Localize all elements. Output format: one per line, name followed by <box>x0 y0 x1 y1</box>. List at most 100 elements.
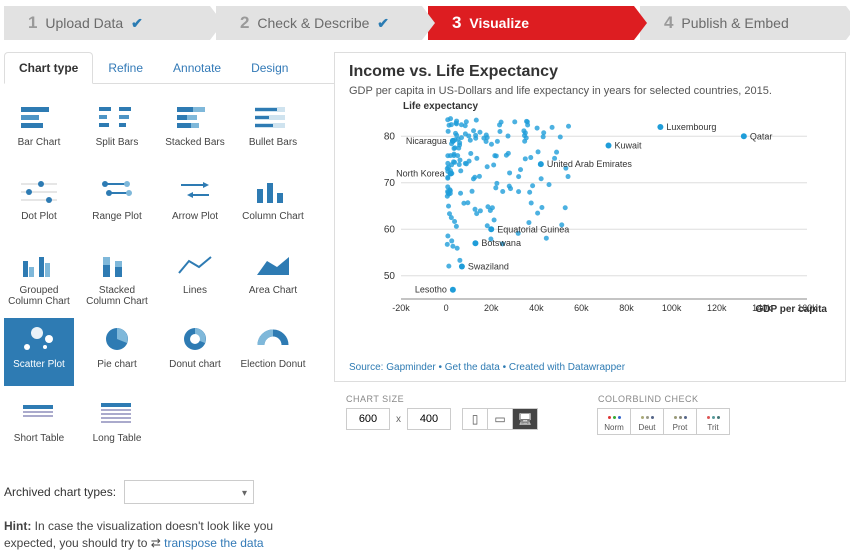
charttype-split-bars[interactable]: Split Bars <box>82 96 152 164</box>
charttype-grouped-column[interactable]: Grouped Column Chart <box>4 244 74 312</box>
bar-chart-icon <box>19 102 59 132</box>
charttype-scatter-plot[interactable]: Scatter Plot <box>4 318 74 386</box>
grouped-column-icon <box>19 250 59 280</box>
check-icon: ✔ <box>131 15 143 31</box>
tab-design[interactable]: Design <box>236 52 303 83</box>
chart-preview: Income vs. Life Expectancy GDP per capit… <box>334 52 846 382</box>
width-input[interactable] <box>346 408 390 430</box>
chevron-right-icon <box>634 6 647 40</box>
svg-text:Botswana: Botswana <box>481 238 521 248</box>
archived-label: Archived chart types: <box>4 485 116 499</box>
device-mobile[interactable]: ▯ <box>462 408 488 430</box>
svg-text:80: 80 <box>384 131 396 142</box>
svg-text:Equatorial Guinea: Equatorial Guinea <box>497 224 569 234</box>
svg-text:120k: 120k <box>707 303 727 313</box>
svg-text:50: 50 <box>384 271 396 282</box>
svg-text:70: 70 <box>384 178 396 189</box>
step-check[interactable]: 2 Check & Describe ✔ <box>216 6 422 40</box>
height-input[interactable] <box>407 408 451 430</box>
cb-norm[interactable]: Norm <box>597 408 631 435</box>
device-tablet[interactable]: ▭ <box>487 408 513 430</box>
chart-source[interactable]: Source: Gapminder • Get the data • Creat… <box>349 362 625 373</box>
x-axis-label: GDP per capita <box>755 304 827 315</box>
svg-text:60k: 60k <box>574 303 589 313</box>
step-visualize[interactable]: 3 Visualize <box>428 6 634 40</box>
cb-deut[interactable]: Deut <box>630 408 664 435</box>
charttype-bar-chart[interactable]: Bar Chart <box>4 96 74 164</box>
bullet-bars-icon <box>253 102 293 132</box>
chevron-right-icon <box>210 6 223 40</box>
svg-text:100k: 100k <box>662 303 682 313</box>
tab-chart-type[interactable]: Chart type <box>4 52 93 84</box>
transpose-link[interactable]: transpose the data <box>164 536 263 550</box>
svg-text:Nicaragua: Nicaragua <box>406 136 447 146</box>
arrow-plot-icon <box>175 176 215 206</box>
scatter-plot-icon <box>19 324 59 354</box>
split-bars-icon <box>97 102 137 132</box>
charttype-column-chart[interactable]: Column Chart <box>238 170 308 238</box>
tab-refine[interactable]: Refine <box>93 52 158 83</box>
svg-text:-20k: -20k <box>392 303 410 313</box>
chart-type-grid: Bar Chart Split Bars Stacked Bars Bullet… <box>4 84 334 470</box>
tablet-icon: ▭ <box>494 412 505 426</box>
device-desktop[interactable]: 🖥 <box>512 408 538 430</box>
svg-text:Swaziland: Swaziland <box>468 261 509 271</box>
visualize-tabs: Chart type Refine Annotate Design <box>4 52 334 84</box>
stacked-bars-icon <box>175 102 215 132</box>
short-table-icon <box>19 398 59 428</box>
svg-text:0: 0 <box>444 303 449 313</box>
chevron-right-icon <box>846 6 850 40</box>
dot-plot-icon <box>19 176 59 206</box>
chart-subtitle: GDP per capita in US-Dollars and life ex… <box>349 85 831 97</box>
charttype-donut-chart[interactable]: Donut chart <box>160 318 230 386</box>
svg-text:United Arab Emirates: United Arab Emirates <box>547 159 633 169</box>
charttype-area-chart[interactable]: Area Chart <box>238 244 308 312</box>
charttype-bullet-bars[interactable]: Bullet Bars <box>238 96 308 164</box>
svg-text:40k: 40k <box>529 303 544 313</box>
caret-down-icon: ▾ <box>242 488 247 499</box>
archived-row: Archived chart types: ▾ <box>4 476 334 508</box>
svg-text:Lesotho: Lesotho <box>415 285 447 295</box>
step-publish[interactable]: 4 Publish & Embed <box>640 6 846 40</box>
column-chart-icon <box>253 176 293 206</box>
cb-trit[interactable]: Trit <box>696 408 730 435</box>
chevron-right-icon <box>422 6 435 40</box>
step-upload[interactable]: 1 Upload Data ✔ <box>4 6 210 40</box>
y-axis-label: Life expectancy <box>403 101 478 112</box>
charttype-lines[interactable]: Lines <box>160 244 230 312</box>
desktop-icon: 🖥 <box>517 412 532 426</box>
charttype-stacked-bars[interactable]: Stacked Bars <box>160 96 230 164</box>
cb-prot[interactable]: Prot <box>663 408 697 435</box>
mobile-icon: ▯ <box>472 412 479 426</box>
charttype-election-donut[interactable]: Election Donut <box>238 318 308 386</box>
charttype-long-table[interactable]: Long Table <box>82 392 152 460</box>
charttype-pie-chart[interactable]: Pie chart <box>82 318 152 386</box>
chart-options: CHART SIZE x ▯ ▭ 🖥 COLORBLIND CHECK Norm <box>334 394 846 435</box>
stepper: 1 Upload Data ✔ 2 Check & Describe ✔ 3 V… <box>0 0 850 44</box>
lines-icon <box>175 250 215 280</box>
svg-text:80k: 80k <box>619 303 634 313</box>
chart-size-label: CHART SIZE <box>346 394 538 404</box>
charttype-arrow-plot[interactable]: Arrow Plot <box>160 170 230 238</box>
charttype-stacked-column[interactable]: Stacked Column Chart <box>82 244 152 312</box>
election-donut-icon <box>253 324 293 354</box>
charttype-short-table[interactable]: Short Table <box>4 392 74 460</box>
charttype-dot-plot[interactable]: Dot Plot <box>4 170 74 238</box>
svg-text:Qatar: Qatar <box>750 131 773 141</box>
svg-text:20k: 20k <box>484 303 499 313</box>
hint-text: Hint: In case the visualization doesn't … <box>4 518 324 552</box>
transpose-icon: ⇄ <box>151 536 161 550</box>
archived-dropdown[interactable]: ▾ <box>124 480 254 504</box>
stacked-column-icon <box>97 250 137 280</box>
charttype-range-plot[interactable]: Range Plot <box>82 170 152 238</box>
long-table-icon <box>97 398 137 428</box>
svg-text:Luxembourg: Luxembourg <box>666 122 716 132</box>
donut-chart-icon <box>175 324 215 354</box>
area-chart-icon <box>253 250 293 280</box>
svg-text:North Korea: North Korea <box>396 168 445 178</box>
svg-text:60: 60 <box>384 224 396 235</box>
tab-annotate[interactable]: Annotate <box>158 52 236 83</box>
pie-chart-icon <box>97 324 137 354</box>
colorblind-label: COLORBLIND CHECK <box>598 394 730 404</box>
svg-text:Kuwait: Kuwait <box>615 141 643 151</box>
